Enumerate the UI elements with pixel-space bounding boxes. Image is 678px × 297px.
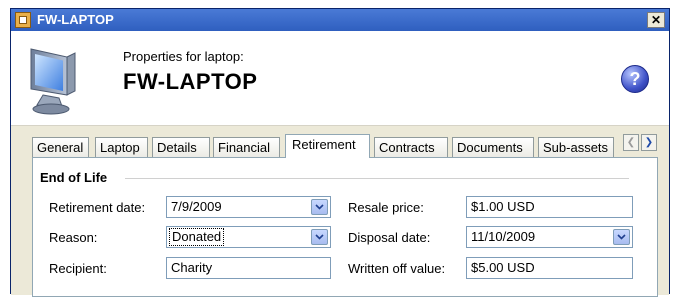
- tab-sub-assets[interactable]: Sub-assets: [538, 137, 614, 157]
- recipient-value: Charity: [171, 260, 213, 275]
- retirement-date-label: Retirement date:: [49, 200, 146, 215]
- header-subtitle: Properties for laptop:: [123, 49, 244, 64]
- close-icon: ✕: [650, 13, 662, 27]
- written-off-value-value: $5.00 USD: [471, 260, 535, 275]
- header: Properties for laptop: FW-LAPTOP ?: [11, 31, 669, 125]
- chevron-down-icon: [315, 204, 324, 210]
- tab-scroll-right-button[interactable]: ❯: [641, 134, 657, 151]
- chevron-down-icon: [315, 234, 324, 240]
- retirement-panel: End of Life Retirement date: 7/9/2009 Re…: [32, 157, 658, 297]
- section-title: End of Life: [40, 170, 108, 185]
- reason-dropdown-button[interactable]: [311, 229, 328, 245]
- written-off-value-label: Written off value:: [348, 261, 446, 276]
- properties-window-icon: [15, 12, 31, 28]
- tab-laptop[interactable]: Laptop: [95, 137, 148, 157]
- tab-contracts[interactable]: Contracts: [374, 137, 448, 157]
- page-title: FW-LAPTOP: [123, 69, 258, 94]
- tab-general[interactable]: General: [32, 137, 89, 157]
- recipient-label: Recipient:: [49, 261, 107, 276]
- chevron-right-icon: ❯: [644, 137, 654, 148]
- resale-price-field[interactable]: $1.00 USD: [466, 196, 633, 218]
- tab-financial[interactable]: Financial: [213, 137, 280, 157]
- tab-documents[interactable]: Documents: [452, 137, 534, 157]
- retirement-date-field[interactable]: 7/9/2009: [166, 196, 331, 218]
- properties-window: FW-LAPTOP ✕ Properties for laptop: FW-LA…: [10, 8, 670, 297]
- chevron-down-icon: [617, 234, 626, 240]
- retirement-date-value: 7/9/2009: [171, 199, 222, 214]
- help-icon[interactable]: ?: [621, 65, 649, 93]
- window-title: FW-LAPTOP: [37, 12, 114, 27]
- resale-price-value: $1.00 USD: [471, 199, 535, 214]
- tab-details[interactable]: Details: [152, 137, 210, 157]
- disposal-date-label: Disposal date:: [348, 230, 431, 245]
- section-divider: [125, 178, 629, 179]
- retirement-date-dropdown-button[interactable]: [311, 199, 328, 215]
- recipient-field[interactable]: Charity: [166, 257, 331, 279]
- tab-scroll-left-button[interactable]: ❮: [623, 134, 639, 151]
- disposal-date-value: 11/10/2009: [471, 229, 536, 244]
- resale-price-label: Resale price:: [348, 200, 424, 215]
- reason-select[interactable]: Donated: [166, 226, 331, 248]
- reason-value: Donated: [169, 228, 225, 246]
- chevron-left-icon: ❮: [626, 137, 636, 148]
- tab-retirement[interactable]: Retirement: [285, 134, 370, 158]
- disposal-date-dropdown-button[interactable]: [613, 229, 630, 245]
- title-bar[interactable]: FW-LAPTOP ✕: [11, 9, 669, 31]
- close-button[interactable]: ✕: [647, 12, 665, 28]
- written-off-value-field[interactable]: $5.00 USD: [466, 257, 633, 279]
- disposal-date-field[interactable]: 11/10/2009: [466, 226, 633, 248]
- reason-label: Reason:: [49, 230, 98, 245]
- monitor-icon: [30, 48, 76, 115]
- dialog-body: General Laptop Details Financial Retirem…: [11, 126, 669, 297]
